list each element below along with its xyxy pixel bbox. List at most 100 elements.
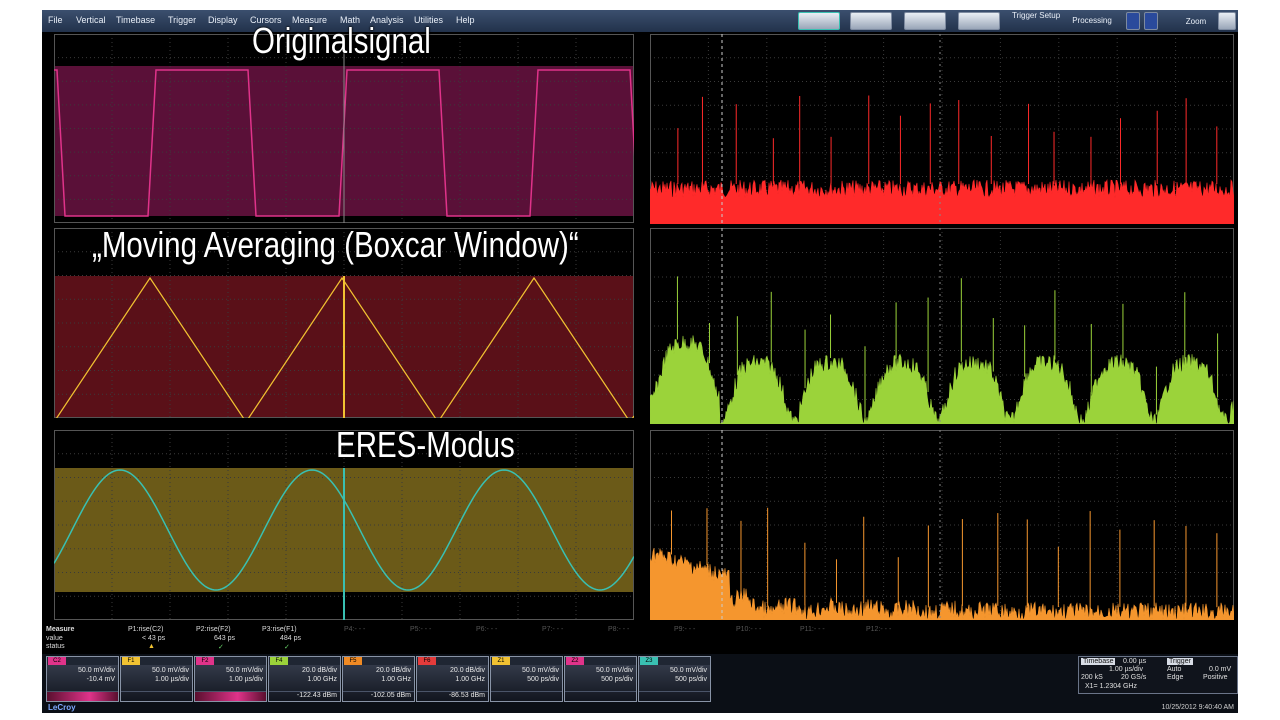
descriptor-span: 1.00 GHz — [455, 676, 485, 683]
measure-param-inactive[interactable]: P5:- - - — [410, 626, 431, 633]
stop-icon[interactable] — [958, 12, 1000, 30]
processing-button[interactable]: Processing — [1064, 16, 1120, 25]
descriptor-offset: -10.4 mV — [86, 676, 115, 683]
warning-icon: ▲ — [148, 643, 155, 650]
descriptor-tag: F1 — [122, 657, 140, 665]
title-original-signal: Originalsignal — [252, 20, 431, 61]
menu-help[interactable]: Help — [456, 15, 475, 25]
measure-row-value: value — [46, 635, 63, 642]
panel-fft-original — [650, 34, 1234, 224]
descriptor-timebase: 500 ps/div — [675, 676, 707, 683]
checkmark-icon: ✓ — [284, 644, 290, 651]
descriptor-f2[interactable]: F2 50.0 mV/div 1.00 µs/div — [194, 656, 267, 702]
menu-file[interactable]: File — [48, 15, 63, 25]
timebase-trigger-box[interactable]: Timebase 0.00 µs 1.00 µs/div 200 kS 20 G… — [1078, 656, 1238, 694]
descriptor-level: -102.05 dBm — [370, 692, 411, 699]
descriptor-f5[interactable]: F5 20.0 dB/div 1.00 GHz -102.05 dBm — [342, 656, 415, 702]
measure-param-name[interactable]: P2:rise(F2) — [196, 626, 231, 633]
descriptor-scale: 20.0 dB/div — [301, 667, 337, 674]
panel-fft-eres — [650, 430, 1234, 620]
measure-param-inactive[interactable]: P8:- - - — [608, 626, 629, 633]
descriptor-scale: 50.0 mV/div — [78, 667, 115, 674]
datetime: 10/25/2012 9:40:40 AM — [1161, 704, 1234, 711]
descriptor-z2[interactable]: Z2 50.0 mV/div 500 ps/div — [564, 656, 637, 702]
trigger-type: Edge — [1167, 674, 1184, 681]
descriptor-timebase: 500 ps/div — [601, 676, 633, 683]
descriptor-z3[interactable]: Z3 50.0 mV/div 500 ps/div — [638, 656, 711, 702]
descriptor-tag: Z1 — [492, 657, 510, 665]
menu-vertical[interactable]: Vertical — [76, 15, 106, 25]
menu-timebase[interactable]: Timebase — [116, 15, 155, 25]
measure-param-inactive[interactable]: P12:- - - — [866, 626, 891, 633]
menu-display[interactable]: Display — [208, 15, 238, 25]
descriptor-timebase: 1.00 µs/div — [155, 676, 189, 683]
descriptor-tag: F2 — [196, 657, 214, 665]
run-icon[interactable] — [904, 12, 946, 30]
timebase-samples: 200 kS — [1081, 674, 1103, 681]
descriptor-tag: F5 — [344, 657, 362, 665]
trigger-label: Trigger — [1167, 658, 1193, 665]
descriptor-level: -122.43 dBm — [296, 692, 337, 699]
fft-eres-trace — [650, 430, 1234, 620]
measure-param-value: < 43 ps — [142, 635, 166, 642]
measure-param-inactive[interactable]: P6:- - - — [476, 626, 497, 633]
zoom-button[interactable]: Zoom — [1178, 17, 1214, 26]
measure-param-inactive[interactable]: P11:- - - — [800, 626, 825, 633]
descriptor-tag: F6 — [418, 657, 436, 665]
descriptor-scale: 20.0 dB/div — [449, 667, 485, 674]
processing-toggle-icon-2[interactable] — [1144, 12, 1158, 30]
descriptor-scale: 50.0 mV/div — [226, 667, 263, 674]
descriptor-timebase: 500 ps/div — [527, 676, 559, 683]
title-moving-average: „Moving Averaging (Boxcar Window)“ — [92, 224, 579, 265]
timebase-label: Timebase — [1081, 658, 1116, 665]
descriptor-level: -86.53 dBm — [448, 692, 485, 699]
trigger-level: 0.0 mV — [1209, 666, 1232, 673]
measure-param-name[interactable]: P1:rise(C2) — [128, 626, 163, 633]
descriptor-f1[interactable]: F1 50.0 mV/div 1.00 µs/div — [120, 656, 193, 702]
timebase-per-div: 1.00 µs/div — [1109, 666, 1143, 673]
descriptor-timebase: 1.00 µs/div — [229, 676, 263, 683]
autoscale-icon[interactable] — [798, 12, 840, 30]
panel-original-signal — [54, 34, 634, 223]
trigger-mode: Auto — [1167, 666, 1182, 673]
trigger-slope: Positive — [1203, 674, 1228, 681]
timebase-delay: 0.00 µs — [1123, 658, 1147, 665]
measure-param-inactive[interactable]: P10:- - - — [736, 626, 761, 633]
panel-fft-moving-average — [650, 228, 1234, 424]
measure-param-inactive[interactable]: P7:- - - — [542, 626, 563, 633]
descriptor-tag: Z2 — [566, 657, 584, 665]
channel-descriptor-bar: C2 50.0 mV/div -10.4 mV F1 50.0 mV/div 1… — [42, 654, 1238, 713]
menu-bar: File Vertical Timebase Trigger Display C… — [42, 10, 1238, 32]
title-eres: ERES-Modus — [336, 424, 515, 465]
measure-param-inactive[interactable]: P9:- - - — [674, 626, 695, 633]
window-mode-icon[interactable] — [1218, 12, 1236, 30]
measure-row-status: status — [46, 643, 65, 650]
trigger-setup-button[interactable]: Trigger Setup — [1012, 12, 1060, 20]
descriptor-scale: 50.0 mV/div — [596, 667, 633, 674]
measure-param-inactive[interactable]: P4:- - - — [344, 626, 365, 633]
timebase-sample-rate: 20 GS/s — [1121, 674, 1147, 681]
descriptor-f4[interactable]: F4 20.0 dB/div 1.00 GHz -122.43 dBm — [268, 656, 341, 702]
lecroy-logo: LeCroy — [48, 703, 76, 712]
descriptor-f6[interactable]: F6 20.0 dB/div 1.00 GHz -86.53 dBm — [416, 656, 489, 702]
measure-param-value: 484 ps — [280, 635, 302, 642]
oscilloscope-screen: File Vertical Timebase Trigger Display C… — [42, 10, 1238, 713]
descriptor-z1[interactable]: Z1 50.0 mV/div 500 ps/div — [490, 656, 563, 702]
descriptor-span: 1.00 GHz — [381, 676, 411, 683]
descriptor-scale: 50.0 mV/div — [670, 667, 707, 674]
descriptor-tag: Z3 — [640, 657, 658, 665]
cursor-readout: X1= 1.2304 GHz — [1085, 683, 1137, 690]
menu-trigger[interactable]: Trigger — [168, 15, 196, 25]
descriptor-span: 1.00 GHz — [307, 676, 337, 683]
fft-moving-average-trace — [650, 228, 1234, 424]
single-trigger-icon[interactable] — [850, 12, 892, 30]
measure-param-name[interactable]: P3:rise(F1) — [262, 626, 297, 633]
processing-toggle-icon[interactable] — [1126, 12, 1140, 30]
descriptor-scale: 50.0 mV/div — [522, 667, 559, 674]
original-signal-trace — [54, 34, 634, 223]
descriptor-c2[interactable]: C2 50.0 mV/div -10.4 mV — [46, 656, 119, 702]
measure-label: Measure — [46, 626, 75, 633]
checkmark-icon: ✓ — [218, 644, 224, 651]
descriptor-scale: 50.0 mV/div — [152, 667, 189, 674]
measure-param-value: 643 ps — [214, 635, 236, 642]
